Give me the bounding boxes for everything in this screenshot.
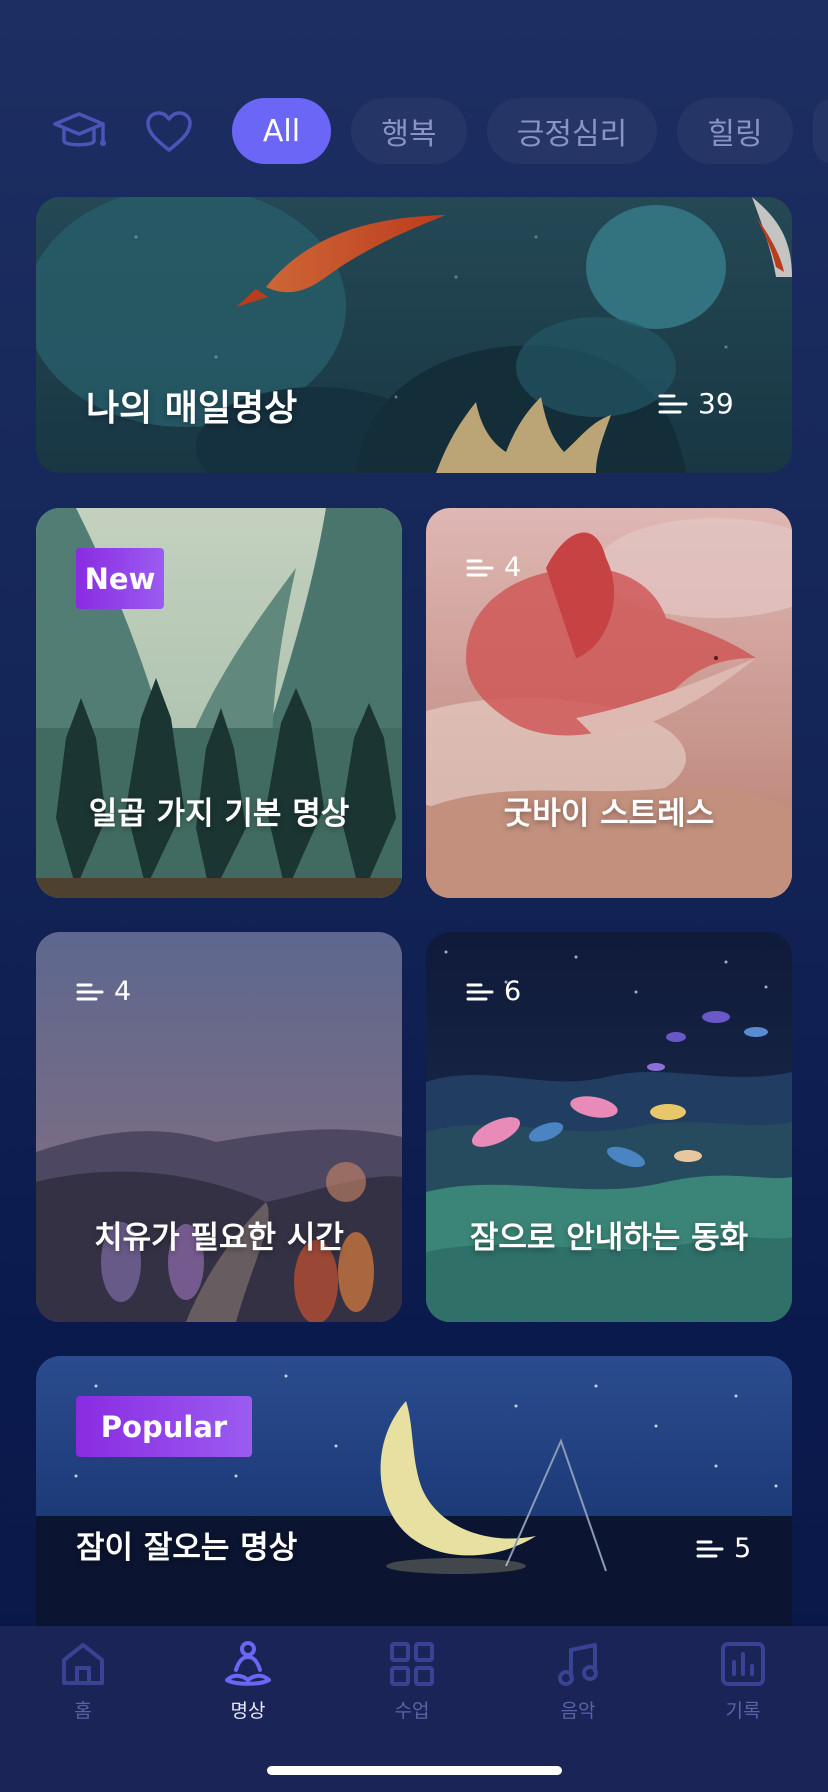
filter-chip-label: 긍정심리	[516, 117, 628, 152]
nav-item-meditation[interactable]: 명상	[188, 1640, 308, 1740]
filter-chip-label: All	[262, 113, 301, 149]
list-icon	[658, 393, 688, 415]
filter-chip-label: 행복	[381, 117, 437, 152]
episode-count-value: 6	[504, 976, 522, 1007]
list-icon	[466, 558, 494, 578]
filter-chip-overflow[interactable]	[813, 98, 828, 164]
new-badge-label: New	[84, 561, 156, 596]
episode-count: 4	[466, 552, 521, 583]
popular-badge-label: Popular	[100, 1409, 228, 1444]
card-sleep-stories[interactable]: 6 잠으로 안내하는 동화	[426, 932, 792, 1322]
card-seven-basic-meditations[interactable]: New 일곱 가지 기본 명상	[36, 508, 402, 898]
grid-icon	[388, 1640, 436, 1692]
new-badge: New	[76, 548, 164, 609]
filter-chip-label: 힐링	[707, 117, 763, 152]
card-title: 일곱 가지 기본 명상	[88, 796, 350, 832]
card-title: 치유가 필요한 시간	[94, 1220, 344, 1256]
episode-count-value: 4	[114, 976, 132, 1007]
chart-icon	[719, 1640, 767, 1692]
card-sleep-meditation[interactable]: Popular 잠이 잘오는 명상 5	[36, 1356, 792, 1626]
nav-item-classes[interactable]: 수업	[352, 1640, 472, 1740]
nav-item-music[interactable]: 음악	[518, 1640, 638, 1740]
card-goodbye-stress[interactable]: 4 굿바이 스트레스	[426, 508, 792, 898]
home-icon	[58, 1640, 108, 1692]
filter-chip-all[interactable]: All	[232, 98, 331, 164]
episode-count-value: 4	[504, 552, 522, 583]
episode-count: 4	[76, 976, 131, 1007]
category-filter-bar: All 행복 긍정심리 힐링	[0, 98, 828, 166]
list-icon	[466, 982, 494, 1002]
meditation-icon	[221, 1640, 275, 1692]
nav-label: 수업	[394, 1700, 430, 1722]
nav-item-records[interactable]: 기록	[683, 1640, 803, 1740]
nav-label: 홈	[74, 1700, 92, 1722]
episode-count: 39	[658, 387, 734, 420]
card-illustration-koi-pond	[36, 197, 792, 473]
card-daily-meditation[interactable]: 나의 매일명상 39	[36, 197, 792, 473]
nav-item-home[interactable]: 홈	[23, 1640, 143, 1740]
nav-label: 음악	[560, 1700, 596, 1722]
episode-count-value: 39	[698, 387, 734, 420]
heart-icon[interactable]	[139, 106, 199, 158]
card-title: 굿바이 스트레스	[503, 796, 715, 832]
card-title: 잠으로 안내하는 동화	[469, 1220, 749, 1256]
filter-chip-healing[interactable]: 힐링	[677, 98, 793, 164]
card-time-for-healing[interactable]: 4 치유가 필요한 시간	[36, 932, 402, 1322]
episode-count-value: 5	[734, 1533, 752, 1564]
filter-chip-positive-psychology[interactable]: 긍정심리	[487, 98, 657, 164]
list-icon	[696, 1539, 724, 1559]
card-title: 잠이 잘오는 명상	[76, 1530, 298, 1566]
list-icon	[76, 982, 104, 1002]
filter-chip-happiness[interactable]: 행복	[351, 98, 467, 164]
nav-label: 명상	[230, 1700, 266, 1722]
episode-count: 5	[696, 1533, 751, 1564]
card-title: 나의 매일명상	[86, 388, 298, 429]
graduation-cap-icon[interactable]	[49, 106, 109, 158]
episode-count: 6	[466, 976, 521, 1007]
nav-label: 기록	[725, 1700, 761, 1722]
home-indicator[interactable]	[267, 1766, 562, 1775]
popular-badge: Popular	[76, 1396, 252, 1457]
music-note-icon	[554, 1640, 602, 1692]
